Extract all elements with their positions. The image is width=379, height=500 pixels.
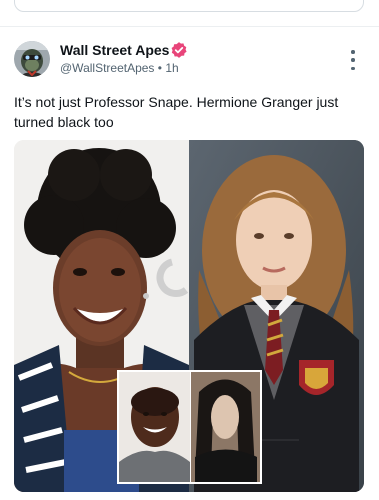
inset-photo-right bbox=[191, 372, 260, 482]
more-options-icon[interactable] bbox=[346, 50, 360, 70]
post-divider bbox=[0, 26, 379, 27]
post-text: It’s not just Professor Snape. Hermione … bbox=[14, 94, 339, 130]
media-inset-image bbox=[117, 370, 262, 484]
post-time[interactable]: 1h bbox=[165, 61, 178, 75]
author-meta: @WallStreetApes • 1h bbox=[60, 61, 179, 75]
meta-separator: • bbox=[157, 61, 162, 75]
inset-photo-left bbox=[119, 372, 190, 482]
post-media-image[interactable] bbox=[14, 140, 364, 492]
verified-badge-icon bbox=[171, 42, 187, 58]
author-avatar[interactable] bbox=[14, 41, 50, 77]
author-name[interactable]: Wall Street Apes bbox=[60, 42, 169, 58]
author-handle[interactable]: @WallStreetApes bbox=[60, 61, 154, 75]
avatar-image bbox=[14, 41, 50, 77]
previous-post-card bbox=[14, 0, 364, 12]
